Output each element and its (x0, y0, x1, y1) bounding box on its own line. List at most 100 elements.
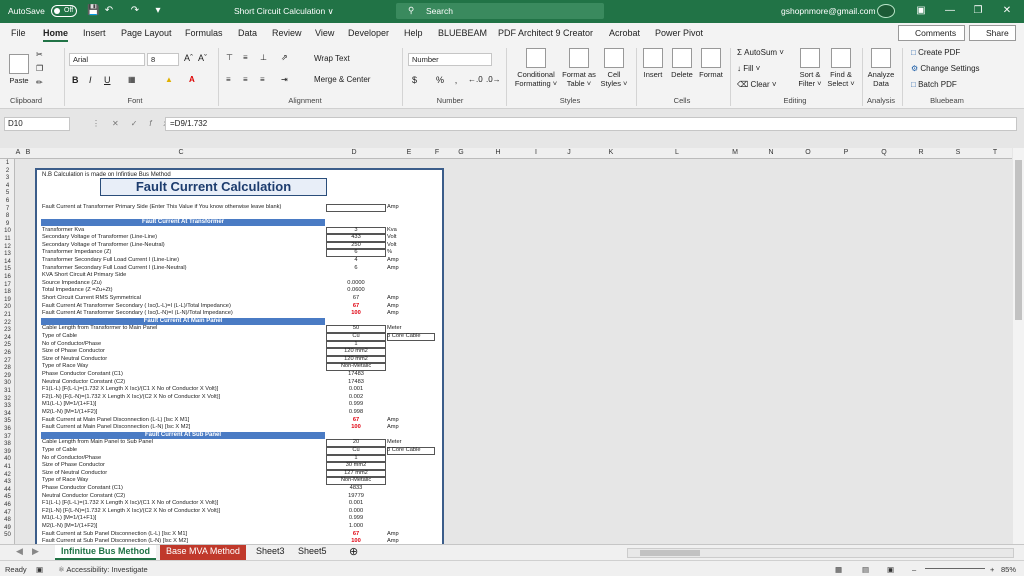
calc-value[interactable]: 433 (327, 234, 385, 242)
increase-font-icon[interactable]: Aˆ (184, 53, 193, 63)
row-header[interactable]: 42 (0, 472, 15, 479)
minimize-icon[interactable]: — (944, 5, 956, 17)
column-header[interactable]: D (327, 149, 382, 156)
calc-value[interactable]: 1 (327, 341, 385, 349)
comma-icon[interactable]: ‚ (455, 75, 457, 85)
accessibility-status[interactable]: ⚛ Accessibility: Investigate (58, 565, 148, 574)
row-header[interactable]: 10 (0, 228, 15, 235)
row-header[interactable]: 30 (0, 380, 15, 387)
row-header[interactable]: 22 (0, 320, 15, 327)
row-header[interactable]: 47 (0, 510, 15, 517)
row-header[interactable]: 16 (0, 274, 15, 281)
tab-insert[interactable]: Insert (83, 28, 106, 38)
row-header[interactable]: 7 (0, 206, 15, 213)
calc-value[interactable]: Cu (327, 447, 385, 455)
delete-cells-button[interactable]: Delete (668, 48, 696, 79)
calc-value[interactable]: 6 (327, 249, 385, 257)
customize-qat-icon[interactable]: ▾ (152, 5, 164, 17)
row-header[interactable]: 17 (0, 282, 15, 289)
column-header[interactable]: R (903, 149, 940, 156)
row-header[interactable]: 23 (0, 327, 15, 334)
row-header[interactable]: 27 (0, 358, 15, 365)
align-middle-icon[interactable]: ≡ (243, 53, 248, 62)
row-header[interactable]: 43 (0, 479, 15, 486)
calc-value[interactable]: Non-Metalic (327, 363, 385, 371)
sheet-tab-infinitue-bus[interactable]: Infinitue Bus Method (55, 545, 156, 560)
calc-value[interactable]: 120 mm2 (327, 348, 385, 356)
percent-icon[interactable]: % (436, 75, 444, 85)
row-header[interactable]: 26 (0, 350, 15, 357)
zoom-out-icon[interactable]: – (912, 565, 916, 574)
row-header[interactable]: 50 (0, 532, 15, 539)
row-header[interactable]: 4 (0, 183, 15, 190)
row-header[interactable]: 35 (0, 418, 15, 425)
column-header[interactable]: O (789, 149, 827, 156)
calc-value[interactable]: 50 (327, 325, 385, 333)
zoom-level[interactable]: 85% (1001, 565, 1016, 574)
calc-value[interactable]: Cu (327, 333, 385, 341)
row-header[interactable]: 37 (0, 434, 15, 441)
avatar[interactable] (877, 4, 895, 18)
find-select-button[interactable]: Find & Select ˅ (826, 48, 856, 88)
row-header[interactable]: 1 (0, 160, 15, 167)
wrap-text-button[interactable]: Wrap Text (314, 54, 350, 63)
borders-icon[interactable]: ▦ (128, 75, 136, 84)
tab-formulas[interactable]: Formulas (185, 28, 223, 38)
decrease-decimal-icon[interactable]: .0→ (486, 75, 501, 84)
page-layout-view-icon[interactable]: ▤ (862, 565, 869, 574)
fill-button[interactable]: ↓ Fill ˅ (737, 64, 760, 73)
row-header[interactable]: 41 (0, 464, 15, 471)
close-icon[interactable]: ✕ (1001, 5, 1013, 17)
column-header[interactable]: Q (866, 149, 903, 156)
align-left-icon[interactable]: ≡ (226, 75, 231, 84)
column-header[interactable]: K (578, 149, 644, 156)
macro-record-icon[interactable]: ▣ (36, 565, 43, 574)
calc-value[interactable]: 120 mm2 (327, 356, 385, 364)
analyze-data-button[interactable]: Analyze Data (866, 48, 896, 88)
underline-button[interactable]: U (104, 75, 111, 85)
row-header[interactable]: 13 (0, 251, 15, 258)
calc-value[interactable]: 20 (327, 439, 385, 447)
next-sheet-icon[interactable]: ▶ (26, 545, 45, 560)
row-header[interactable]: 21 (0, 312, 15, 319)
tab-bluebeam[interactable]: BLUEBEAM (438, 28, 487, 38)
search-box[interactable]: ⚲ Search (396, 3, 604, 19)
increase-decimal-icon[interactable]: ←.0 (468, 75, 483, 84)
name-box[interactable]: D10 (4, 117, 70, 131)
insert-cells-button[interactable]: Insert (640, 48, 666, 79)
conditional-formatting-button[interactable]: Conditional Formatting ˅ (513, 48, 559, 88)
row-header[interactable]: 12 (0, 244, 15, 251)
format-as-table-button[interactable]: Format as Table ˅ (560, 48, 598, 88)
font-name-select[interactable]: Arial (69, 53, 145, 66)
font-color-icon[interactable]: A (189, 75, 195, 84)
autosave-toggle[interactable]: Off (51, 5, 77, 17)
row-header[interactable]: 29 (0, 373, 15, 380)
save-icon[interactable]: 💾 (87, 5, 99, 17)
tab-data[interactable]: Data (238, 28, 257, 38)
row-header[interactable]: 11 (0, 236, 15, 243)
worksheet-grid[interactable]: ABCDEFGHIJKLMNOPQRST 1 2 3 4 5 6 7 8 9 10 11 12 13 14… (0, 148, 1012, 544)
calc-value[interactable]: 30 mm2 (327, 462, 385, 470)
comments-button[interactable]: Comments (898, 25, 965, 41)
format-cells-button[interactable]: Format (697, 48, 725, 79)
paste-button[interactable]: Paste (6, 54, 32, 85)
page-break-view-icon[interactable]: ▣ (887, 565, 894, 574)
redo-icon[interactable]: ↷ (129, 5, 141, 17)
row-header[interactable]: 33 (0, 403, 15, 410)
column-header[interactable]: H (479, 149, 517, 156)
calc-value[interactable]: 127 mm2 (327, 470, 385, 478)
row-header[interactable]: 40 (0, 456, 15, 463)
currency-icon[interactable]: $ (412, 75, 417, 85)
document-title[interactable]: Short Circuit Calculation ∨ (234, 6, 334, 17)
row-header[interactable]: 34 (0, 411, 15, 418)
column-header[interactable]: T (985, 149, 1005, 156)
column-header[interactable]: G (443, 149, 480, 156)
row-header[interactable]: 2 (0, 168, 15, 175)
sort-filter-button[interactable]: Sort & Filter ˅ (795, 48, 825, 88)
copy-icon[interactable]: ❐ (36, 64, 43, 73)
horizontal-scrollbar[interactable] (627, 548, 1014, 558)
sheet-tab-base-mva[interactable]: Base MVA Method (160, 545, 246, 560)
row-header[interactable]: 14 (0, 259, 15, 266)
row-header[interactable]: 28 (0, 365, 15, 372)
number-format-select[interactable]: Number (408, 53, 492, 66)
